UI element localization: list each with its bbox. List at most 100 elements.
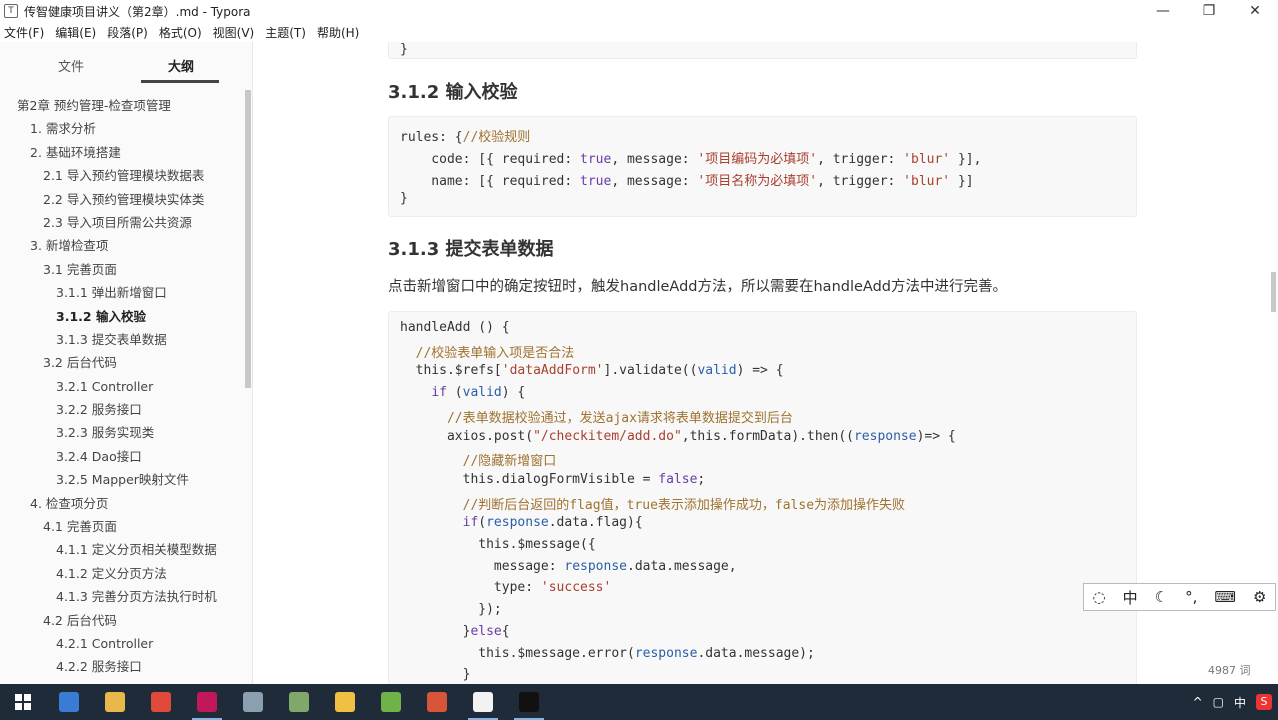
code-token: ].validate(( — [603, 363, 698, 379]
menu-help[interactable]: 帮助(H) — [317, 24, 359, 41]
tray-expand-icon[interactable]: ^ — [1193, 695, 1203, 709]
outline-item[interactable]: 4.2.2 服务接口 — [0, 655, 244, 678]
outline-item[interactable]: 3.2.1 Controller — [0, 375, 244, 398]
taskbar-apps — [46, 684, 552, 720]
taskbar: ^ ▢ 中 S — [0, 684, 1278, 720]
code-token: , message: — [611, 173, 698, 189]
code-line: //判断后台返回的flag值，true表示添加操作成功，false为添加操作失败 — [400, 494, 905, 513]
code-line: rules: {//校验规则 — [400, 126, 530, 145]
outline-item[interactable]: 4.1 完善页面 — [0, 515, 244, 538]
settings-gear-icon[interactable]: ⚙ — [1253, 588, 1266, 606]
outline-item[interactable]: 3.2.4 Dao接口 — [0, 445, 244, 468]
code-token: if — [462, 515, 479, 531]
keyboard-icon[interactable]: ⌨ — [1214, 588, 1236, 606]
taskbar-app8-icon[interactable] — [368, 684, 414, 720]
taskbar-task-view-icon[interactable] — [46, 684, 92, 720]
heading-3-1-2: 3.1.2 输入校验 — [388, 82, 518, 103]
code-token: response — [564, 558, 627, 574]
menu-view[interactable]: 视图(V) — [213, 24, 255, 41]
outline-item[interactable]: 3.2.5 Mapper映射文件 — [0, 468, 244, 491]
code-line: } — [400, 667, 471, 683]
code-token: handleAdd () { — [400, 320, 510, 335]
code-line: this.$message({ — [400, 537, 595, 552]
code-token: ) => { — [736, 363, 784, 379]
outline-item[interactable]: 4. 检查项分页 — [0, 492, 244, 515]
sogou-logo-icon[interactable]: ◌ — [1093, 588, 1106, 606]
outline-item[interactable]: 第2章 预约管理-检查项管理 — [0, 94, 244, 117]
code-token: 'blur' — [903, 173, 951, 189]
tray-ime-indicator[interactable]: 中 — [1234, 694, 1246, 711]
outline-item[interactable]: 2. 基础环境搭建 — [0, 141, 244, 164]
outline-item[interactable]: 4.2 后台代码 — [0, 609, 244, 632]
code-block-previous[interactable]: } — [388, 42, 1137, 59]
code-block-rules[interactable]: rules: {//校验规则 code: [{ required: true, … — [388, 116, 1137, 217]
tray-sogou-icon[interactable]: S — [1256, 694, 1272, 710]
outline-item[interactable]: 2.2 导入预约管理模块实体类 — [0, 188, 244, 211]
code-block-handleadd[interactable]: handleAdd () { //校验表单输入项是否合法 this.$refs[… — [388, 311, 1137, 684]
code-line: this.$refs['dataAddForm'].validate((vali… — [400, 363, 784, 378]
taskbar-app5-icon[interactable] — [230, 684, 276, 720]
outline-item[interactable]: 3.1.1 弹出新增窗口 — [0, 281, 244, 304]
outline-item[interactable]: 4.1.1 定义分页相关模型数据 — [0, 538, 244, 561]
windows-logo-icon — [15, 694, 31, 710]
taskbar-chrome-icon[interactable] — [138, 684, 184, 720]
moon-icon[interactable]: ☾ — [1155, 588, 1168, 606]
code-token: , message: — [611, 151, 698, 167]
code-token: response — [634, 645, 698, 661]
code-token: //判断后台返回的flag值，true表示添加操作成功，false为添加操作失败 — [462, 497, 906, 513]
title-bar: T 传智健康项目讲义（第2章）.md - Typora — ❐ ✕ — [0, 0, 1278, 22]
tray-network-icon[interactable]: ▢ — [1213, 695, 1224, 709]
menu-format[interactable]: 格式(O) — [159, 24, 202, 41]
outline-item[interactable]: 3.1.2 输入校验 — [0, 305, 244, 328]
code-token: ; — [697, 471, 706, 487]
code-token: }); — [400, 602, 502, 618]
taskbar-typora-icon[interactable] — [460, 684, 506, 720]
taskbar-intellij-icon[interactable] — [184, 684, 230, 720]
sidebar-scrollbar[interactable] — [245, 90, 251, 388]
outline-item[interactable]: 4.2.1 Controller — [0, 632, 244, 655]
start-button[interactable] — [0, 684, 46, 720]
code-token: this. — [400, 363, 455, 379]
outline-item[interactable]: 3.1.3 提交表单数据 — [0, 328, 244, 351]
outline-item[interactable]: 3.2.2 服务接口 — [0, 398, 244, 421]
tab-outline[interactable]: 大纲 — [168, 56, 194, 75]
outline-item[interactable]: 4.1.2 定义分页方法 — [0, 562, 244, 585]
menu-edit[interactable]: 编辑(E) — [55, 24, 96, 41]
minimize-button[interactable]: — — [1140, 0, 1186, 22]
menu-file[interactable]: 文件(F) — [4, 24, 44, 41]
outline-item[interactable]: 1. 需求分析 — [0, 117, 244, 140]
taskbar-app9-icon[interactable] — [414, 684, 460, 720]
outline-item[interactable]: 2.3 导入项目所需公共资源 — [0, 211, 244, 234]
code-line: type: 'success' — [400, 580, 611, 595]
outline-item[interactable]: 4.1.3 完善分页方法执行时机 — [0, 585, 244, 608]
close-button[interactable]: ✕ — [1232, 0, 1278, 22]
editor-scrollbar[interactable] — [1271, 272, 1276, 312]
code-token: code: [{ required: — [400, 151, 581, 167]
code-token: ( — [446, 385, 463, 401]
word-count[interactable]: 4987 词 — [1208, 662, 1251, 678]
outline-item[interactable]: 2.1 导入预约管理模块数据表 — [0, 164, 244, 187]
chinese-mode-icon[interactable]: 中 — [1123, 587, 1138, 608]
code-token: false — [658, 471, 698, 487]
taskbar-file-explorer-icon[interactable] — [92, 684, 138, 720]
taskbar-app7-icon[interactable] — [322, 684, 368, 720]
code-token: } — [400, 667, 471, 683]
outline-item[interactable]: 3.2 后台代码 — [0, 351, 244, 374]
code-token: name: [{ required: — [400, 173, 581, 189]
code-line: //表单数据校验通过，发送ajax请求将表单数据提交到后台 — [400, 407, 793, 426]
menu-theme[interactable]: 主题(T) — [265, 24, 306, 41]
punctuation-icon[interactable]: °, — [1185, 588, 1197, 606]
chrome-icon — [151, 692, 171, 712]
outline-item[interactable]: 3.1 完善页面 — [0, 258, 244, 281]
maximize-button[interactable]: ❐ — [1186, 0, 1232, 22]
code-token: this.dialogFormVisible = — [400, 471, 659, 487]
code-token: type: — [400, 580, 541, 596]
sidebar: 文件 大纲 第2章 预约管理-检查项管理 1. 需求分析 2. 基础环境搭建 2.1 … — [0, 42, 253, 684]
outline-item[interactable]: 3.2.3 服务实现类 — [0, 421, 244, 444]
tab-files[interactable]: 文件 — [58, 56, 84, 75]
outline-item[interactable]: 3. 新增检查项 — [0, 234, 244, 257]
menu-paragraph[interactable]: 段落(P) — [107, 24, 148, 41]
taskbar-app6-icon[interactable] — [276, 684, 322, 720]
taskbar-terminal-icon[interactable] — [506, 684, 552, 720]
